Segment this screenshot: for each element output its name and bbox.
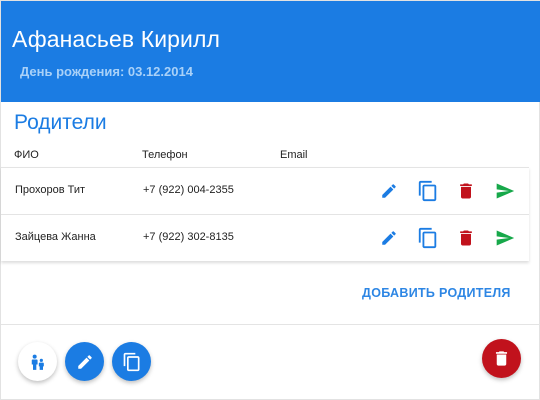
copy-icon: [418, 227, 437, 249]
parents-table: Прохоров Тит +7 (922) 004-2355 Зайцева Ж…: [1, 167, 529, 261]
parent-fio: Прохоров Тит: [15, 184, 86, 196]
send-parent-button[interactable]: [494, 227, 516, 249]
parent-phone: +7 (922) 302-8135: [143, 231, 234, 243]
parents-section-title: Родители: [14, 111, 107, 134]
table-row: Зайцева Жанна +7 (922) 302-8135: [1, 215, 529, 262]
column-header-email: Email: [280, 149, 308, 161]
child-name: Афанасьев Кирилл: [12, 26, 221, 52]
edit-parent-button[interactable]: [378, 227, 400, 249]
table-row: Прохоров Тит +7 (922) 004-2355: [1, 168, 529, 215]
copy-parent-button[interactable]: [417, 180, 439, 202]
copy-child-fab-button[interactable]: [112, 342, 151, 381]
delete-parent-button[interactable]: [455, 227, 477, 249]
family-fab-button[interactable]: [18, 342, 57, 381]
child-birthday: День рождения: 03.12.2014: [20, 64, 193, 79]
add-parent-button[interactable]: ДОБАВИТЬ РОДИТЕЛЯ: [362, 286, 511, 300]
parent-phone: +7 (922) 004-2355: [143, 184, 234, 196]
copy-icon: [123, 352, 139, 371]
delete-child-fab-button[interactable]: [482, 339, 521, 378]
footer-divider: [1, 324, 540, 325]
pencil-icon: [77, 354, 92, 369]
column-header-phone: Телефон: [142, 149, 188, 161]
family-icon: [31, 354, 44, 370]
send-icon: [496, 183, 515, 199]
pencil-icon: [382, 184, 396, 198]
parent-fio: Зайцева Жанна: [15, 231, 96, 243]
trash-icon: [460, 183, 472, 199]
trash-icon: [460, 230, 472, 246]
copy-parent-button[interactable]: [417, 227, 439, 249]
edit-child-fab-button[interactable]: [65, 342, 104, 381]
copy-icon: [418, 180, 437, 202]
send-parent-button[interactable]: [494, 180, 516, 202]
pencil-icon: [382, 231, 396, 245]
card-header: Афанасьев Кирилл День рождения: 03.12.20…: [1, 1, 540, 102]
trash-icon: [495, 351, 508, 366]
child-card: Афанасьев Кирилл День рождения: 03.12.20…: [0, 0, 540, 400]
send-icon: [496, 230, 515, 246]
column-header-fio: ФИО: [14, 149, 39, 161]
delete-parent-button[interactable]: [455, 180, 477, 202]
edit-parent-button[interactable]: [378, 180, 400, 202]
